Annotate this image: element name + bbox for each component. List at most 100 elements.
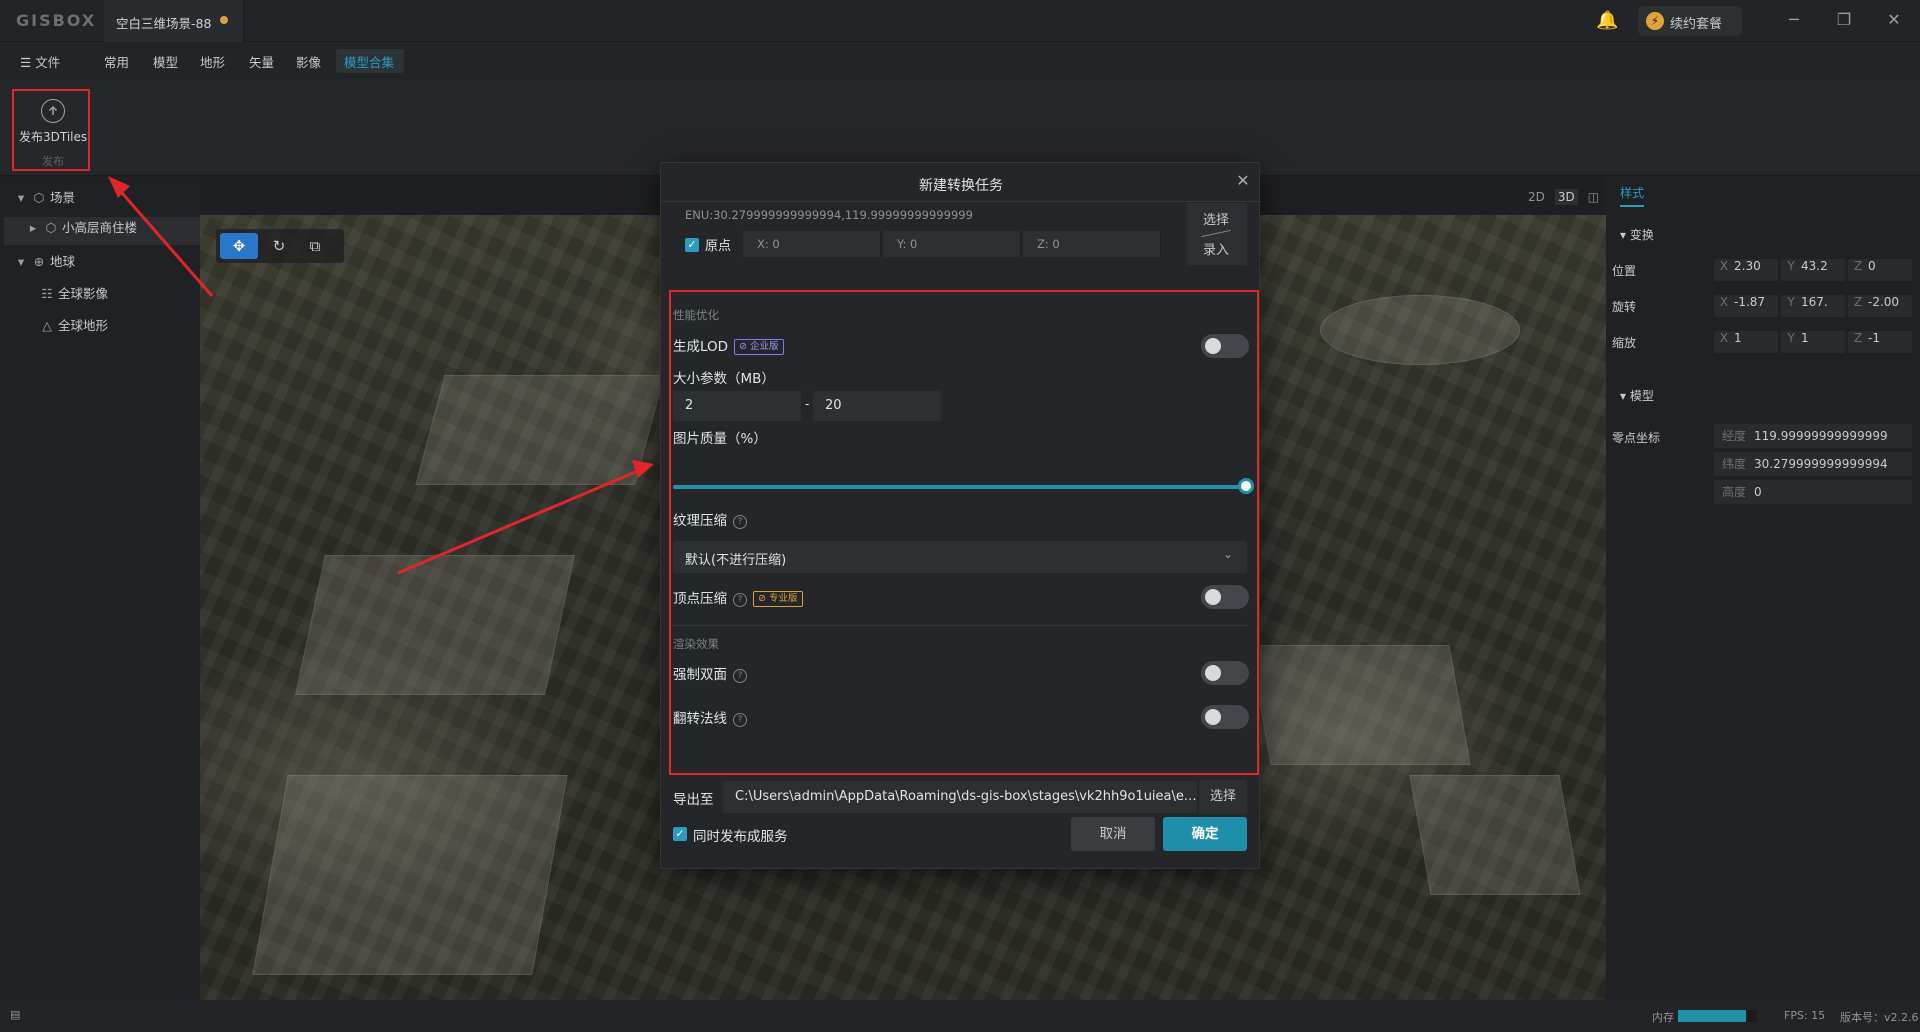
dialog-title: 新建转换任务 bbox=[919, 178, 1003, 194]
new-conversion-task-dialog: 新建转换任务 ✕ ENU:30.279999999999994,119.9999… bbox=[660, 162, 1261, 869]
menu-terrain[interactable]: 地形 bbox=[200, 52, 225, 71]
export-path-field[interactable]: C:\Users\admin\AppData\Roaming\ds-gis-bo… bbox=[723, 781, 1197, 813]
unsaved-dot-icon bbox=[220, 16, 228, 24]
tree-node-global-terrain[interactable]: △ 全球地形 bbox=[0, 315, 196, 343]
memory-label: 内存 bbox=[1652, 1011, 1674, 1024]
origin-x-field[interactable]: X: 0 bbox=[743, 231, 881, 257]
section-divider bbox=[673, 625, 1247, 626]
caret-down-icon: ▾ bbox=[1620, 389, 1630, 403]
cancel-button[interactable]: 取消 bbox=[1071, 817, 1155, 851]
anchor-longitude-field[interactable]: 经度 119.99999999999999 bbox=[1714, 424, 1912, 448]
rotation-x-field[interactable]: X -1.87 bbox=[1714, 295, 1778, 317]
enu-readout: ENU:30.279999999999994,119.9999999999999… bbox=[685, 208, 973, 222]
image-quality-slider[interactable] bbox=[673, 485, 1247, 489]
caret-right-icon: ▸ bbox=[29, 220, 37, 235]
renew-plan-button[interactable]: ⚡ 续约套餐 bbox=[1638, 6, 1742, 36]
rotation-z-field[interactable]: Z -2.00 bbox=[1848, 295, 1912, 317]
ribbon-group-label: 发布 bbox=[42, 155, 64, 168]
position-z-field[interactable]: Z0 bbox=[1848, 259, 1912, 281]
pick-origin-button[interactable]: 选择 录入 bbox=[1187, 203, 1247, 265]
help-icon[interactable]: ? bbox=[733, 713, 747, 727]
anchor-height-field[interactable]: 高度 0 bbox=[1714, 480, 1912, 504]
publish-service-checkbox[interactable]: ✓ bbox=[673, 827, 687, 841]
confirm-button[interactable]: 确定 bbox=[1163, 817, 1247, 851]
scale-x-field[interactable]: X1 bbox=[1714, 331, 1778, 353]
origin-checkbox[interactable]: ✓ bbox=[685, 238, 699, 252]
menu-vector[interactable]: 矢量 bbox=[249, 52, 274, 71]
perf-section-title: 性能优化 bbox=[673, 308, 719, 322]
caret-down-icon: ▾ bbox=[1620, 228, 1630, 242]
view-2d-button[interactable]: 2D bbox=[1528, 190, 1545, 204]
tree-node-scene[interactable]: ▾ ⬡ 场景 bbox=[0, 187, 196, 215]
flip-normal-row: 翻转法线? bbox=[673, 707, 747, 727]
split-view-icon[interactable]: ◫ bbox=[1588, 190, 1599, 204]
document-tab-label: 空白三维场景-88 bbox=[116, 16, 212, 31]
view-3d-button[interactable]: 3D bbox=[1554, 189, 1578, 205]
tree-node-global-imagery[interactable]: ☷ 全球影像 bbox=[0, 283, 196, 311]
scale-tool-icon[interactable]: ⧉ bbox=[300, 233, 330, 259]
texture-compress-row: 纹理压缩? bbox=[673, 509, 747, 529]
status-log-icon[interactable]: ▤ bbox=[10, 1008, 20, 1021]
origin-y-field[interactable]: Y: 0 bbox=[883, 231, 1021, 257]
export-pick-button[interactable]: 选择 bbox=[1199, 780, 1247, 814]
menu-common[interactable]: 常用 bbox=[104, 52, 129, 71]
anchor-latitude-field[interactable]: 纬度 30.279999999999994 bbox=[1714, 452, 1912, 476]
file-menu-label: 文件 bbox=[35, 55, 61, 70]
texture-compress-select[interactable]: 默认(不进行压缩) ⌄ bbox=[673, 541, 1247, 573]
move-tool-icon[interactable]: ✥ bbox=[220, 233, 258, 259]
memory-bar bbox=[1678, 1010, 1758, 1022]
model-section-title[interactable]: ▾ 模型 bbox=[1620, 387, 1654, 404]
help-icon[interactable]: ? bbox=[733, 515, 747, 529]
minimize-icon[interactable]: ─ bbox=[1782, 9, 1806, 31]
toggle-knob bbox=[1205, 589, 1221, 605]
app-window: { "app": {"logo": "GISBOX", "doc_tab": "… bbox=[0, 0, 1920, 1032]
file-menu[interactable]: ☰ 文件 bbox=[20, 52, 60, 71]
bell-icon[interactable]: 🔔 bbox=[1596, 10, 1618, 32]
image-quality-slider-handle[interactable] bbox=[1238, 478, 1254, 494]
publish-3dtiles-button[interactable]: 发布3DTiles 发布 bbox=[12, 89, 90, 171]
help-icon[interactable]: ? bbox=[733, 669, 747, 683]
vertex-compress-toggle[interactable] bbox=[1201, 585, 1249, 609]
publish-3dtiles-label: 发布3DTiles bbox=[19, 130, 88, 144]
tree-node-building[interactable]: ▸ ⬡ 小高层商住楼 bbox=[4, 217, 200, 245]
position-y-field[interactable]: Y 43.2 bbox=[1781, 259, 1845, 281]
tree-node-label: 全球地形 bbox=[58, 318, 109, 333]
menu-imagery[interactable]: 影像 bbox=[296, 52, 321, 71]
size-max-input[interactable]: 20 bbox=[813, 391, 941, 421]
close-window-icon[interactable]: ✕ bbox=[1882, 9, 1906, 31]
building-model bbox=[252, 775, 568, 975]
origin-z-field[interactable]: Z: 0 bbox=[1023, 231, 1161, 257]
title-bar: GISBOX 空白三维场景-88 🔔 ⚡ 续约套餐 ─ ❐ ✕ bbox=[0, 0, 1920, 42]
rotation-y-field[interactable]: Y 167. bbox=[1781, 295, 1845, 317]
flip-normal-toggle[interactable] bbox=[1201, 705, 1249, 729]
rotate-tool-icon[interactable]: ↻ bbox=[264, 233, 294, 259]
restore-icon[interactable]: ❐ bbox=[1832, 9, 1856, 31]
lod-toggle[interactable] bbox=[1201, 334, 1249, 358]
transform-section-title[interactable]: ▾ 变换 bbox=[1620, 226, 1654, 243]
tree-node-label: 全球影像 bbox=[58, 286, 109, 301]
size-param-label: 大小参数（MB） bbox=[673, 371, 775, 387]
properties-panel: 样式 ▾ 变换 位置 X 2.30 Y 43.2 Z0 旋转 X -1.87 Y 167… bbox=[1606, 176, 1920, 1000]
close-icon[interactable]: ✕ bbox=[1233, 171, 1253, 191]
document-tab[interactable]: 空白三维场景-88 bbox=[104, 0, 244, 42]
tree-node-globe[interactable]: ▾ ⊕ 地球 bbox=[0, 251, 196, 279]
size-min-input[interactable]: 2 bbox=[673, 391, 801, 421]
image-quality-label: 图片质量（%） bbox=[673, 431, 767, 447]
tab-style[interactable]: 样式 bbox=[1620, 184, 1645, 207]
menu-model[interactable]: 模型 bbox=[153, 52, 178, 71]
help-icon[interactable]: ? bbox=[733, 593, 747, 607]
pick-label: 选择 bbox=[1203, 213, 1230, 228]
double-side-toggle[interactable] bbox=[1201, 661, 1249, 685]
scene-tree: ▾ ⬡ 场景 ▸ ⬡ 小高层商住楼 ▾ ⊕ 地球 ☷ 全球影像 △ 全球地形 bbox=[0, 177, 200, 1000]
origin-label: 原点 bbox=[705, 239, 732, 254]
scale-z-field[interactable]: Z -1 bbox=[1848, 331, 1912, 353]
position-x-field[interactable]: X 2.30 bbox=[1714, 259, 1778, 281]
building-model bbox=[1409, 775, 1581, 895]
position-label: 位置 bbox=[1612, 264, 1637, 278]
menu-model-collection[interactable]: 模型合集 bbox=[344, 52, 394, 71]
size-separator: - bbox=[805, 397, 810, 411]
memory-bar-fill bbox=[1678, 1010, 1746, 1022]
scale-y-field[interactable]: Y1 bbox=[1781, 331, 1845, 353]
annotation-highlight-box bbox=[669, 290, 1259, 775]
app-logo: GISBOX bbox=[16, 11, 97, 30]
